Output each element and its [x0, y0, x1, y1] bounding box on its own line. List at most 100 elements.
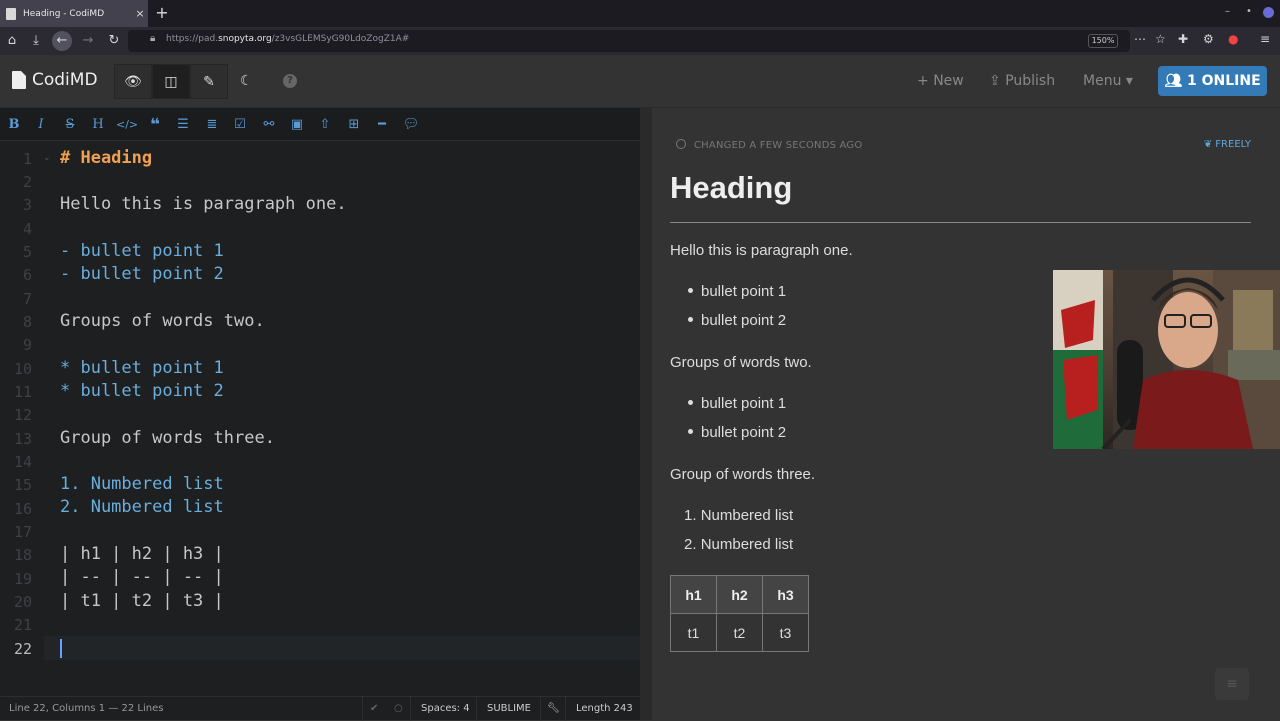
header-icon[interactable]: H: [88, 116, 108, 134]
menu-dropdown[interactable]: Menu ▾: [1083, 73, 1133, 89]
text-cursor: [60, 639, 62, 658]
ordered-list-icon[interactable]: ≣: [202, 116, 222, 134]
url-text[interactable]: https://pad.snopyta.org/z3vsGLEMSyG90Ldo…: [166, 34, 409, 44]
help-icon[interactable]: ?: [283, 74, 297, 88]
italic-icon[interactable]: I: [31, 116, 51, 134]
list-item: bullet point 2: [688, 312, 786, 329]
code-line[interactable]: - bullet point 2: [60, 264, 224, 284]
back-icon[interactable]: ←: [52, 31, 72, 51]
users-icon: 👥︎: [1164, 73, 1187, 89]
maximize-icon[interactable]: •: [1246, 6, 1252, 17]
upload-icon[interactable]: ⇧: [315, 116, 335, 134]
bookmark-star-icon[interactable]: ☆: [1155, 32, 1166, 46]
line-number: 7: [22, 290, 32, 308]
code-line[interactable]: | h1 | h2 | h3 |: [60, 544, 224, 564]
pane-splitter[interactable]: [640, 108, 652, 720]
keymap-selector[interactable]: SUBLIME: [487, 703, 531, 714]
code-line[interactable]: Hello this is paragraph one.: [60, 194, 347, 214]
code-icon[interactable]: </>: [116, 116, 138, 134]
list-item: bullet point 1: [688, 395, 786, 412]
strikethrough-icon[interactable]: S: [60, 116, 80, 134]
bold-icon[interactable]: B: [4, 116, 24, 134]
window-close-icon[interactable]: [1263, 7, 1274, 18]
horizontal-rule-icon[interactable]: ━: [372, 116, 392, 134]
leaf-icon: ❦: [1203, 139, 1216, 150]
table-header-cell: h1: [670, 575, 717, 614]
download-icon[interactable]: ⤓: [26, 31, 46, 51]
close-tab-icon[interactable]: ×: [132, 7, 148, 20]
table-header-cell: h3: [762, 575, 809, 614]
comment-icon[interactable]: 💬︎: [401, 116, 421, 134]
circle-icon[interactable]: ○: [394, 703, 403, 714]
list-item: bullet point 1: [688, 283, 786, 300]
both-mode-button[interactable]: ◫: [152, 64, 190, 99]
line-number: 3: [22, 196, 32, 214]
line-number: 22: [13, 640, 32, 658]
list-icon: ≡: [1226, 676, 1238, 692]
table-row: t1 t2 t3: [670, 613, 809, 652]
minimize-icon[interactable]: –: [1225, 6, 1230, 17]
code-line[interactable]: | t1 | t2 | t3 |: [60, 591, 224, 611]
unordered-list-icon[interactable]: ☰: [173, 116, 193, 134]
forward-icon[interactable]: →: [78, 31, 98, 51]
view-mode-button[interactable]: 👁︎: [114, 64, 152, 99]
document-icon: [6, 7, 16, 20]
list-item: bullet point 2: [688, 424, 786, 441]
new-tab-button[interactable]: +: [152, 3, 172, 22]
code-line[interactable]: Groups of words two.: [60, 311, 265, 331]
online-users-button[interactable]: 👥︎ 1 ONLINE: [1158, 66, 1267, 96]
new-note-button[interactable]: + New: [917, 73, 964, 89]
link-icon[interactable]: ⚯: [259, 116, 279, 134]
code-line[interactable]: 2. Numbered list: [60, 497, 224, 517]
hamburger-menu-icon[interactable]: ≡: [1260, 32, 1270, 46]
settings-gear-icon[interactable]: ⚙: [1203, 32, 1214, 46]
addon-icon[interactable]: ●: [1228, 32, 1238, 46]
table-cell: t1: [670, 613, 717, 652]
status-bar: Line 22, Columns 1 — 22 Lines ✔ ○ Spaces…: [0, 696, 640, 721]
wrench-icon[interactable]: 🔧︎: [547, 703, 560, 714]
caret-down-icon: ▾: [1121, 73, 1133, 89]
line-number: 21: [13, 616, 32, 634]
line-number: 15: [13, 476, 32, 494]
code-line[interactable]: 1. Numbered list: [60, 474, 224, 494]
lock-icon[interactable]: 🔒︎: [150, 33, 155, 44]
reload-icon[interactable]: ↻: [104, 31, 124, 51]
code-line[interactable]: * bullet point 2: [60, 381, 224, 401]
image-icon[interactable]: ▣: [287, 116, 307, 134]
webcam-overlay: [1053, 270, 1280, 449]
code-line[interactable]: Group of words three.: [60, 428, 275, 448]
table-header-cell: h2: [716, 575, 763, 614]
permission-badge[interactable]: ❦ FREELY: [1204, 139, 1251, 150]
table-icon[interactable]: ⊞: [344, 116, 364, 134]
preview-paragraph: Groups of words two.: [670, 354, 812, 371]
extensions-icon[interactable]: ✚: [1178, 32, 1188, 46]
code-line[interactable]: # Heading: [60, 148, 152, 168]
checkbox-icon[interactable]: ☑: [230, 116, 250, 134]
indent-spaces[interactable]: Spaces: 4: [421, 703, 470, 714]
night-mode-moon-icon[interactable]: ☾: [240, 73, 253, 89]
browser-tab[interactable]: Heading - CodiMD ×: [0, 0, 148, 27]
line-number: 4: [22, 220, 32, 238]
document-length: Length 243: [576, 703, 633, 714]
zoom-level[interactable]: 150%: [1088, 34, 1118, 48]
more-icon[interactable]: ⋯: [1134, 32, 1146, 46]
ordered-list-item: 2. Numbered list: [684, 536, 794, 553]
line-number: 2: [22, 173, 32, 191]
code-line[interactable]: * bullet point 1: [60, 358, 224, 378]
table-cell: t3: [762, 613, 809, 652]
edit-mode-button[interactable]: ✎: [190, 64, 228, 99]
home-icon[interactable]: ⌂: [2, 31, 22, 51]
check-icon[interactable]: ✔: [370, 703, 378, 714]
publish-button[interactable]: ⇪ Publish: [989, 73, 1055, 89]
eye-icon: 👁︎: [124, 74, 142, 90]
quote-icon[interactable]: ❝: [145, 116, 165, 134]
code-line[interactable]: - bullet point 1: [60, 241, 224, 261]
ordered-list-item: 1. Numbered list: [684, 507, 794, 524]
preview-table: h1 h2 h3 t1 t2 t3: [670, 575, 809, 652]
fold-arrow-icon[interactable]: ⌄: [43, 153, 51, 163]
code-line[interactable]: | -- | -- | -- |: [60, 567, 224, 587]
brand[interactable]: CodiMD: [12, 70, 98, 90]
line-number: 18: [13, 546, 32, 564]
table-of-contents-button[interactable]: ≡: [1215, 668, 1249, 700]
line-number: 17: [13, 523, 32, 541]
